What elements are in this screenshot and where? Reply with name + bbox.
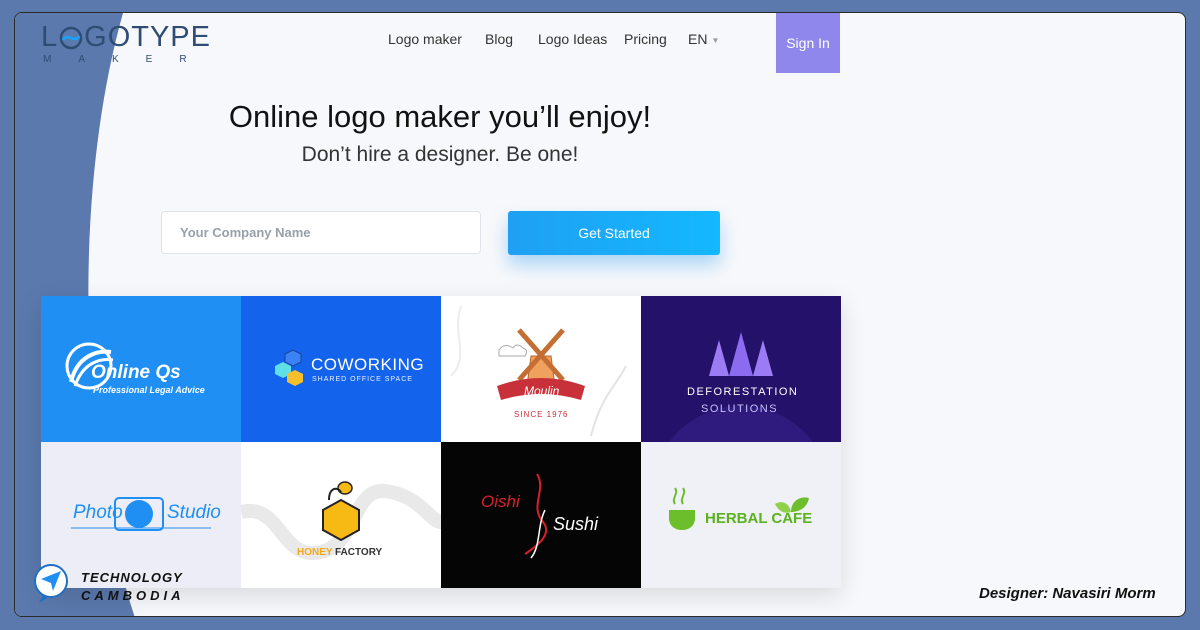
brand-cambodia: CAMBODIA	[81, 588, 185, 603]
logo-tile-moulin[interactable]: Moulin SINCE 1976	[441, 296, 641, 442]
logo-tile-herbal-cafe[interactable]: HERBAL CAFE	[641, 442, 841, 588]
top-navigation: L GOTYPE MAKER Logo maker Blog Logo Idea…	[15, 13, 1185, 73]
logo-moulin-tagline: SINCE 1976	[514, 410, 569, 419]
bird-logo-icon	[34, 564, 68, 603]
logo-online-qs-tagline: Professional Legal Advice	[93, 385, 205, 395]
hero-title: Online logo maker you’ll enjoy!	[228, 99, 652, 134]
screenshot-frame: L GOTYPE MAKER Logo maker Blog Logo Idea…	[14, 12, 1186, 617]
nav-blog[interactable]: Blog	[485, 31, 513, 47]
logo-oishi-name: Oishi	[481, 492, 520, 511]
designer-credit: Designer: Navasiri Morm	[979, 585, 1156, 602]
language-selector[interactable]: EN ▼	[688, 31, 719, 47]
hero-subtitle: Don’t hire a designer. Be one!	[301, 143, 579, 166]
logo-studio-name: Studio	[167, 502, 221, 523]
language-label: EN	[688, 31, 708, 47]
logo-coworking-name: COWORKING	[311, 355, 425, 374]
company-name-input[interactable]	[161, 211, 481, 254]
logo-examples-grid: Online Qs Professional Legal Advice COWO…	[41, 296, 841, 588]
logo-online-qs-name: Online Qs	[91, 362, 181, 383]
logo-herbal-cafe-name: HERBAL CAFE	[705, 510, 813, 527]
logo-sushi-name: Sushi	[553, 514, 599, 534]
logo-text-left: L	[41, 21, 59, 53]
honey-jar-icon	[241, 481, 441, 561]
windmill-icon	[450, 305, 627, 437]
logo-tile-honey-factory[interactable]: HONEY FACTORY	[241, 442, 441, 588]
logo-moulin-name: Moulin	[524, 384, 560, 398]
logo-coworking-tagline: SHARED OFFICE SPACE	[312, 376, 413, 383]
nav-logo-ideas[interactable]: Logo Ideas	[538, 31, 607, 47]
logo-tile-online-qs[interactable]: Online Qs Professional Legal Advice	[41, 296, 241, 442]
chevron-down-icon: ▼	[711, 35, 720, 45]
logo-photo-name: Photo	[73, 502, 123, 523]
logo-text-right: GOTYPE	[84, 21, 211, 53]
get-started-button[interactable]: Get Started	[508, 211, 720, 255]
sign-in-button[interactable]: Sign In	[776, 13, 840, 73]
brush-stroke-icon	[524, 473, 548, 559]
technology-cambodia-brand: TECHNOLOGY CAMBODIA	[33, 561, 182, 610]
logo-deforestation-tagline: SOLUTIONS	[701, 403, 779, 415]
logo-wordmark: L GOTYPE	[41, 23, 214, 52]
logo-honey-name: HONEY	[297, 547, 333, 558]
nav-pricing[interactable]: Pricing	[624, 31, 667, 47]
logo-swirl-icon	[59, 26, 83, 49]
logo-deforestation-name: DEFORESTATION	[687, 386, 799, 398]
nav-logo-maker[interactable]: Logo maker	[388, 31, 462, 47]
logo-subtitle: MAKER	[43, 54, 214, 65]
logo-tile-deforestation[interactable]: DEFORESTATION SOLUTIONS	[641, 296, 841, 442]
trees-icon	[669, 332, 813, 442]
brand-technology: TECHNOLOGY	[81, 570, 183, 585]
logo-tile-coworking[interactable]: COWORKING SHARED OFFICE SPACE	[241, 296, 441, 442]
logo-factory-name: FACTORY	[335, 547, 383, 558]
logo-tile-oishi-sushi[interactable]: Oishi Sushi	[441, 442, 641, 588]
logotype-maker-logo[interactable]: L GOTYPE MAKER	[41, 23, 214, 66]
